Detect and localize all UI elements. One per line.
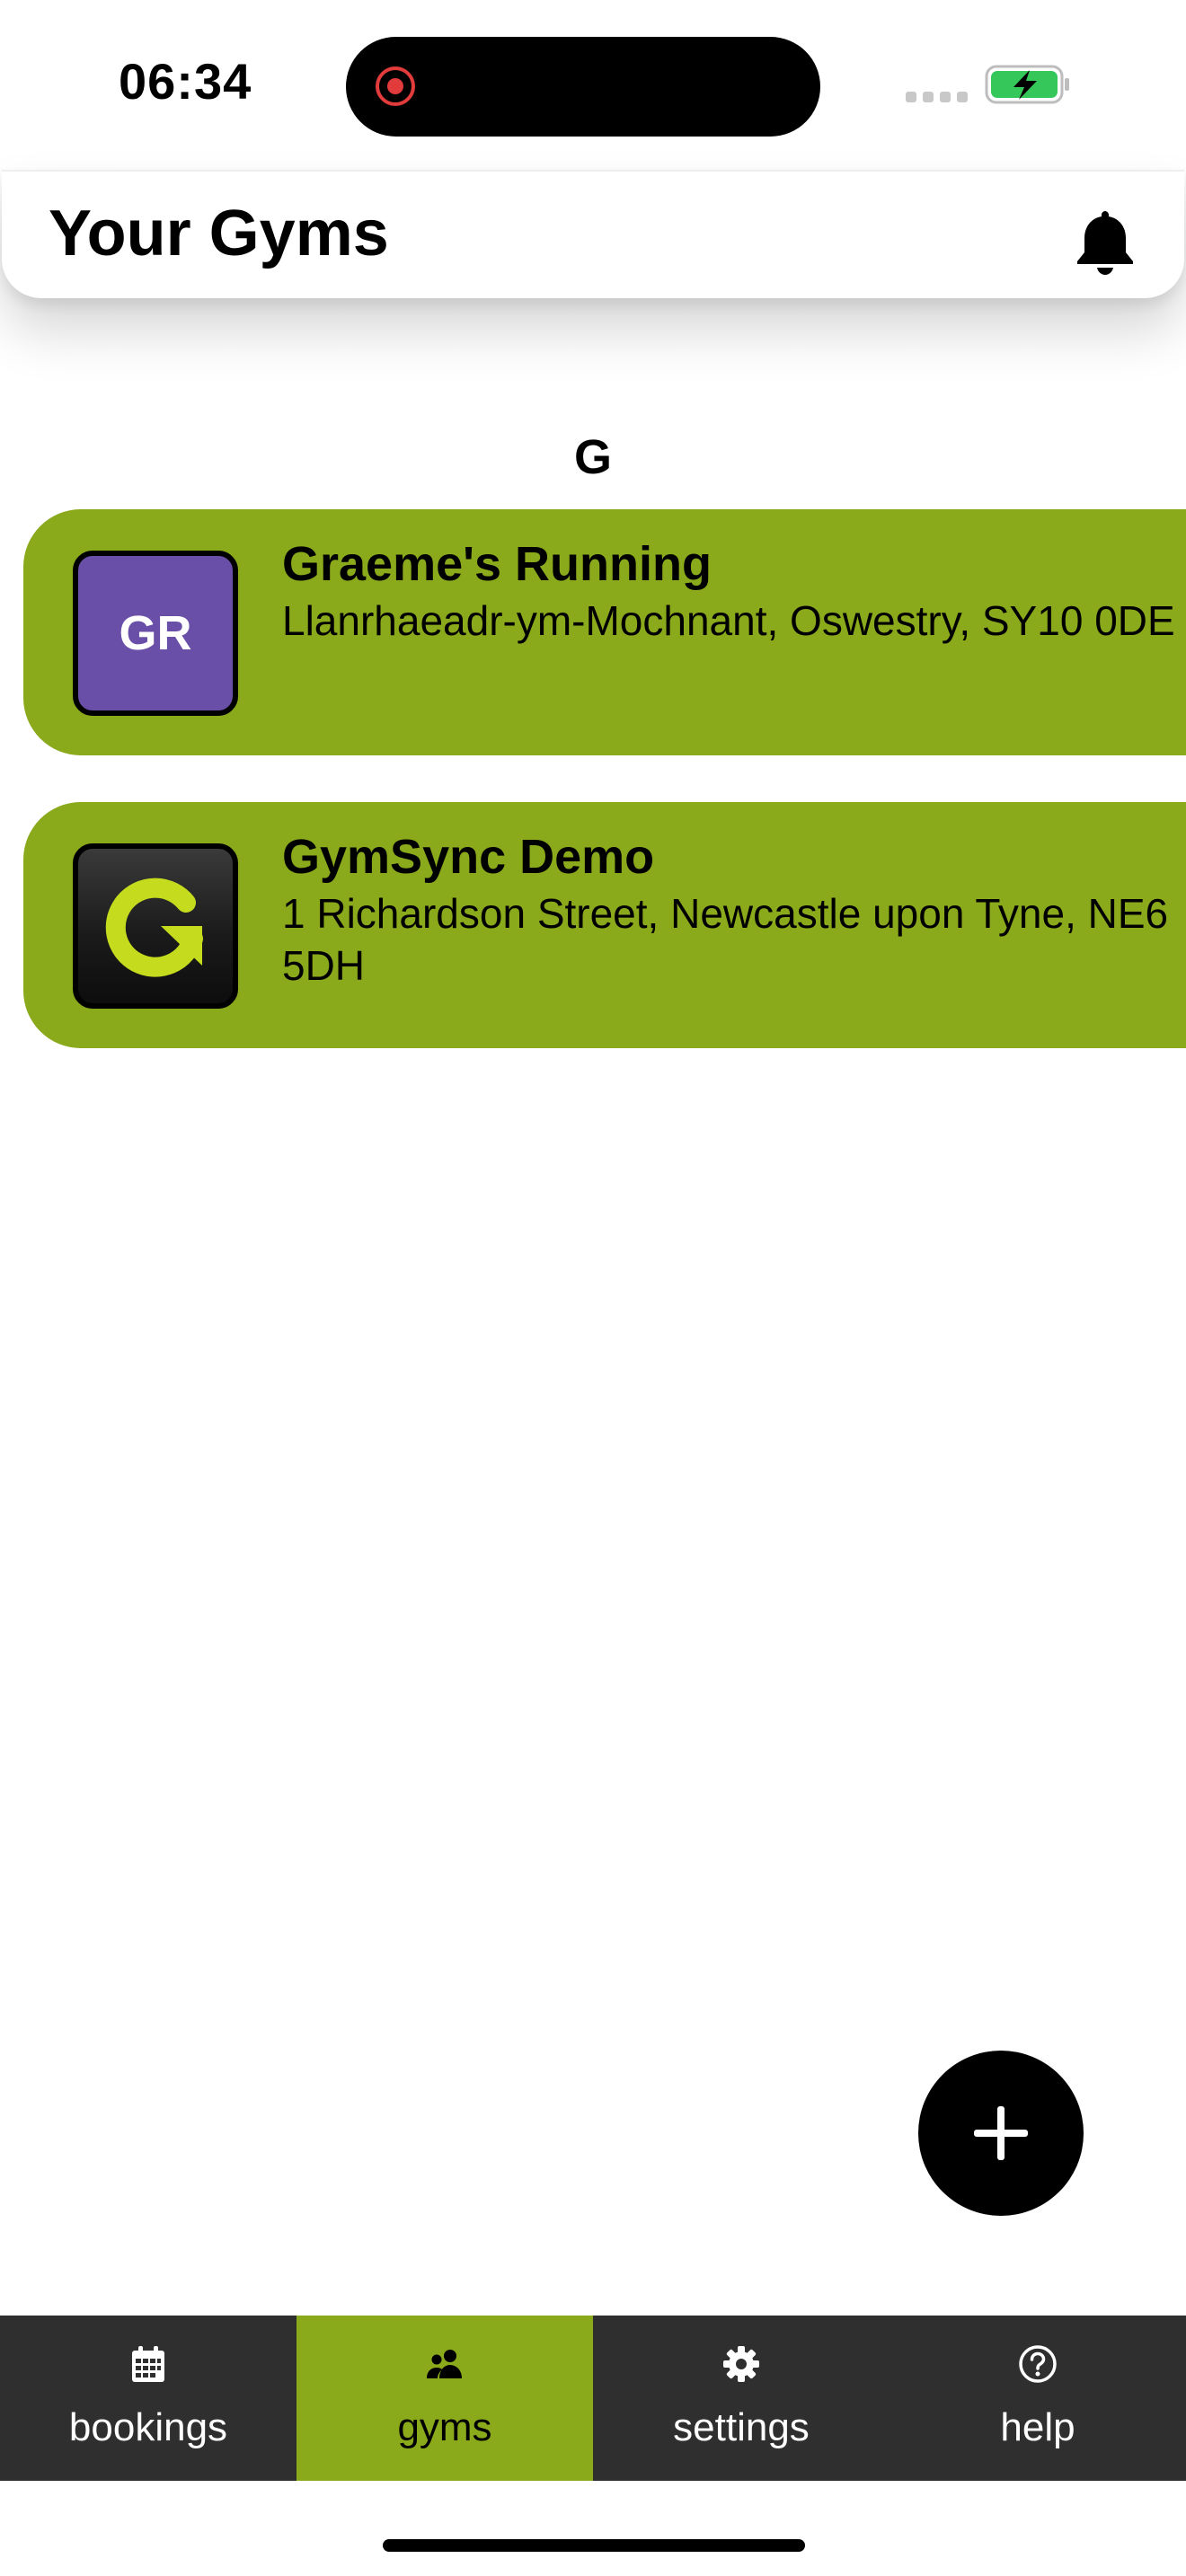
status-bar: 06:34 <box>0 0 1186 171</box>
home-indicator[interactable] <box>383 2539 805 2552</box>
plus-icon <box>974 2106 1028 2160</box>
screen-recording-icon <box>376 66 415 106</box>
tab-label: settings <box>673 2405 810 2449</box>
tab-label: bookings <box>68 2405 228 2449</box>
tab-settings[interactable]: settings <box>593 2316 890 2481</box>
tab-label: help <box>1000 2405 1075 2449</box>
bell-icon[interactable] <box>1073 207 1137 276</box>
gym-address: 1 Richardson Street, Newcastle upon Tyne… <box>282 890 1169 989</box>
status-time: 06:34 <box>119 53 252 110</box>
dynamic-island <box>346 37 820 137</box>
section-header-letter: G <box>573 430 612 484</box>
help-icon <box>1019 2345 1057 2383</box>
gym-name: GymSync Demo <box>282 830 655 884</box>
gym-list-item[interactable]: GR Graeme's Running Llanrhaeadr-ym-Mochn… <box>23 509 1186 755</box>
tab-help[interactable]: help <box>890 2316 1186 2481</box>
gym-name: Graeme's Running <box>282 537 712 591</box>
tab-bar: bookings gyms settings help <box>0 2316 1186 2481</box>
gymsync-arrow-icon <box>105 878 203 977</box>
gymsync-logo-icon <box>73 843 238 1009</box>
users-icon <box>427 2350 462 2378</box>
tab-label: gyms <box>397 2405 492 2449</box>
gear-icon <box>723 2346 759 2382</box>
add-gym-button[interactable] <box>918 2051 1084 2216</box>
cellular-signal-icon <box>906 92 968 102</box>
gym-logo: GR <box>73 551 238 716</box>
tab-bookings[interactable]: bookings <box>0 2316 296 2481</box>
app-header: Your Gyms <box>2 170 1184 298</box>
gym-logo-initials: GR <box>119 606 192 660</box>
tab-gyms[interactable]: gyms <box>296 2316 593 2481</box>
gym-address: Llanrhaeadr-ym-Mochnant, Oswestry, SY10 … <box>282 597 1175 644</box>
gym-list-item[interactable]: GymSync Demo 1 Richardson Street, Newcas… <box>23 802 1186 1048</box>
battery-charging-icon <box>985 65 1069 104</box>
calendar-icon <box>132 2346 164 2382</box>
page-title: Your Gyms <box>49 198 389 269</box>
